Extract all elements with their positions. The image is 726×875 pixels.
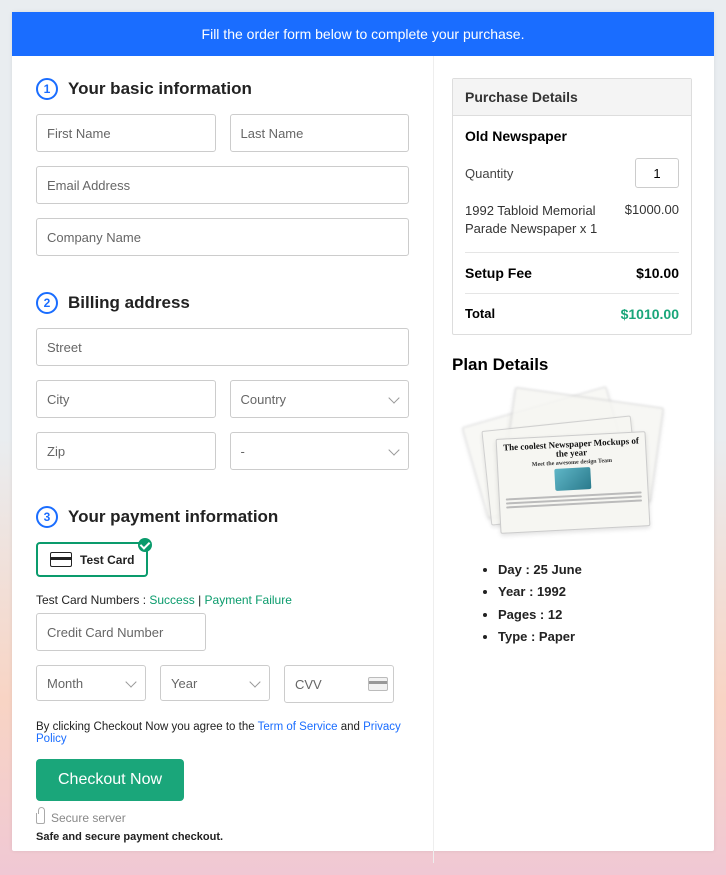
section-basic-title: Your basic information xyxy=(68,79,252,99)
agree-and: and xyxy=(338,721,364,733)
chevron-down-icon xyxy=(125,676,136,687)
test-numbers-line: Test Card Numbers : Success | Payment Fa… xyxy=(36,593,409,607)
chevron-down-icon xyxy=(388,392,399,403)
company-input[interactable] xyxy=(36,218,409,256)
section-payment-title: Your payment information xyxy=(68,507,278,527)
test-failure-link[interactable]: Payment Failure xyxy=(205,593,292,607)
plan-list: Day : 25 June Year : 1992 Pages : 12 Typ… xyxy=(452,559,692,647)
lock-icon xyxy=(36,813,45,824)
step-3-badge: 3 xyxy=(36,506,58,528)
product-title: Old Newspaper xyxy=(465,128,679,144)
section-billing-head: 2 Billing address xyxy=(36,292,409,314)
year-label: Year xyxy=(171,676,197,691)
plan-title: Plan Details xyxy=(452,355,692,375)
month-select[interactable]: Month xyxy=(36,665,146,701)
country-label: Country xyxy=(241,392,287,407)
city-input[interactable] xyxy=(36,380,216,418)
newspaper-image: The coolest Newspaper Mockups of the yea… xyxy=(462,387,682,547)
step-2-badge: 2 xyxy=(36,292,58,314)
test-success-link[interactable]: Success xyxy=(149,593,194,607)
line-item-name: 1992 Tabloid Memorial Parade Newspaper x… xyxy=(465,202,615,238)
test-card-label: Test Card xyxy=(80,553,134,567)
credit-card-icon xyxy=(50,552,72,567)
test-sep: | xyxy=(195,593,205,607)
year-select[interactable]: Year xyxy=(160,665,270,701)
state-label: - xyxy=(241,444,245,459)
tos-link[interactable]: Term of Service xyxy=(258,721,338,733)
zip-input[interactable] xyxy=(36,432,216,470)
chevron-down-icon xyxy=(388,444,399,455)
secure-label: Secure server xyxy=(51,811,126,825)
state-select[interactable]: - xyxy=(230,432,410,470)
section-billing-title: Billing address xyxy=(68,293,190,313)
purchase-heading: Purchase Details xyxy=(453,79,691,116)
section-payment-head: 3 Your payment information xyxy=(36,506,409,528)
checkout-button[interactable]: Checkout Now xyxy=(36,759,184,801)
total-price: $1010.00 xyxy=(621,306,679,322)
quantity-label: Quantity xyxy=(465,166,513,181)
last-name-input[interactable] xyxy=(230,114,410,152)
quantity-input[interactable] xyxy=(635,158,679,188)
country-select[interactable]: Country xyxy=(230,380,410,418)
plan-year: Year : 1992 xyxy=(498,581,692,603)
cc-number-input[interactable] xyxy=(36,613,206,651)
setup-fee-label: Setup Fee xyxy=(465,265,532,281)
banner: Fill the order form below to complete yo… xyxy=(12,12,714,56)
test-prefix: Test Card Numbers : xyxy=(36,593,149,607)
month-label: Month xyxy=(47,676,83,691)
secure-server: Secure server xyxy=(36,811,409,825)
setup-fee-price: $10.00 xyxy=(636,265,679,281)
agree-text: By clicking Checkout Now you agree to th… xyxy=(36,721,409,745)
plan-pages: Pages : 12 xyxy=(498,604,692,626)
safe-text: Safe and secure payment checkout. xyxy=(36,831,409,843)
line-item-price: $1000.00 xyxy=(625,202,679,238)
section-basic-head: 1 Your basic information xyxy=(36,78,409,100)
test-card-option[interactable]: Test Card xyxy=(36,542,148,577)
plan-day: Day : 25 June xyxy=(498,559,692,581)
check-icon xyxy=(138,538,152,552)
chevron-down-icon xyxy=(249,676,260,687)
total-label: Total xyxy=(465,306,495,322)
street-input[interactable] xyxy=(36,328,409,366)
first-name-input[interactable] xyxy=(36,114,216,152)
agree-pre: By clicking Checkout Now you agree to th… xyxy=(36,721,258,733)
card-back-icon xyxy=(368,677,388,691)
step-1-badge: 1 xyxy=(36,78,58,100)
email-input[interactable] xyxy=(36,166,409,204)
purchase-panel: Purchase Details Old Newspaper Quantity … xyxy=(452,78,692,335)
plan-type: Type : Paper xyxy=(498,626,692,648)
